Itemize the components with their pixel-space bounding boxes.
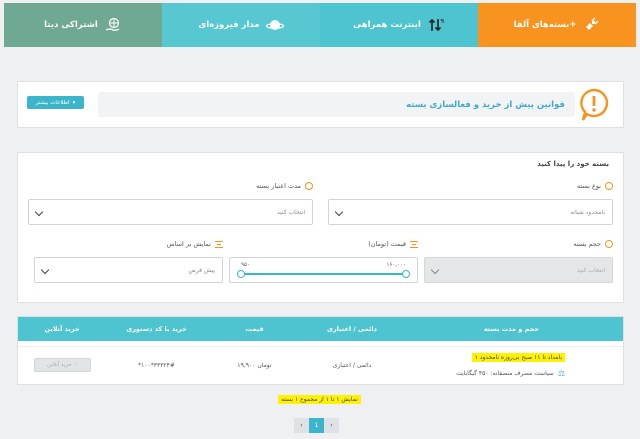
duration-select[interactable]: انتخاب کنید bbox=[28, 199, 313, 225]
scale-icon: ⚖ bbox=[557, 368, 565, 378]
header-type: دائمی / اعتباری bbox=[327, 325, 377, 333]
chevron-down-icon bbox=[334, 207, 344, 217]
type-cell: دائمی / اعتباری bbox=[332, 361, 372, 369]
sort-value: پیش فرض bbox=[188, 266, 215, 274]
chevron-right-icon: › bbox=[74, 362, 77, 368]
ussd-cell: *۱۰۰*۳۳۳۲۴# bbox=[138, 361, 175, 369]
sort-select[interactable]: پیش فرض bbox=[34, 257, 223, 283]
page-button-current[interactable]: 1 bbox=[309, 418, 324, 433]
tab-alpha-plus[interactable]: بسته‌های آلفا+ bbox=[478, 3, 636, 47]
volume-placeholder: انتخاب کنید bbox=[576, 266, 605, 274]
volume-select[interactable]: انتخاب کنید bbox=[424, 257, 613, 283]
price-min-value: ۹۵۰ bbox=[241, 262, 250, 268]
header-price: قیمت bbox=[245, 325, 264, 333]
package-name: ۱ بامداد تا ۱۱ صبح بی‌روزه نامحدود bbox=[471, 352, 565, 362]
buy-label: خرید آنلاین bbox=[47, 362, 72, 368]
duration-placeholder: انتخاب کنید bbox=[276, 208, 305, 216]
header-buy: خرید آنلاین bbox=[44, 325, 80, 333]
tab-mobile-internet[interactable]: % اینترنت همراهی bbox=[320, 3, 478, 47]
sort-label-text: نمایش بر اساس bbox=[166, 240, 211, 248]
price-range-slider[interactable]: ۱۶۰,۰۰۰ ۹۵۰ bbox=[229, 257, 418, 283]
tab-firouzeh-orbit[interactable]: مدار فیروزه‌ای bbox=[162, 3, 320, 47]
volume-label: حجم بسته bbox=[573, 240, 613, 248]
price-label-text: قیمت (تومان) bbox=[368, 240, 406, 248]
data-arrows-icon: % bbox=[427, 16, 445, 34]
packages-table: حجم و مدت بسته دائمی / اعتباری قیمت خرید… bbox=[17, 316, 624, 385]
type-select[interactable]: نامحدود شبانه bbox=[328, 199, 613, 225]
package-finder: بسته خود را پیدا کنید نوع بسته نامحدود ش… bbox=[17, 152, 624, 303]
finder-heading: بسته خود را پیدا کنید bbox=[537, 160, 609, 168]
type-label: نوع بسته bbox=[577, 182, 613, 190]
header-name: حجم و مدت بسته bbox=[483, 325, 540, 333]
slider-min-handle[interactable] bbox=[237, 270, 245, 278]
chevron-down-icon bbox=[430, 265, 440, 275]
chevron-down-icon: ▾ bbox=[72, 99, 76, 106]
globe-hand-icon bbox=[104, 16, 122, 34]
slider-max-handle[interactable] bbox=[402, 270, 410, 278]
page-number: 1 bbox=[314, 422, 319, 429]
slider-track bbox=[241, 273, 406, 275]
next-icon: › bbox=[330, 422, 333, 429]
price-cell: ۱۹,۹۰۰ تومان bbox=[237, 361, 272, 369]
table-row: ۱ بامداد تا ۱۱ صبح بی‌روزه نامحدود ⚖ سیا… bbox=[18, 346, 623, 382]
package-tabs: بسته‌های آلفا+ % اینترنت همراهی مدار فیر… bbox=[4, 3, 636, 47]
warning-icon bbox=[579, 88, 609, 122]
paging-info: نمایش ۱ تا ۱ از مجموع ۱ بسته bbox=[278, 395, 361, 404]
volume-label-text: حجم بسته bbox=[573, 240, 601, 248]
globe-icon bbox=[605, 182, 613, 190]
spinner-icon bbox=[605, 240, 613, 248]
table-header: حجم و مدت بسته دائمی / اعتباری قیمت خرید… bbox=[18, 317, 623, 341]
buy-online-button[interactable]: خرید آنلاین › bbox=[33, 358, 91, 372]
type-value: نامحدود شبانه bbox=[570, 208, 605, 216]
tab-label: بسته‌های آلفا+ bbox=[513, 20, 577, 30]
tab-label: اشتراکی دیتا bbox=[44, 20, 98, 30]
more-info-label: اطلاعات بیشتر bbox=[35, 99, 70, 106]
tab-label: مدار فیروزه‌ای bbox=[198, 20, 260, 30]
rules-banner[interactable]: قوانین پیش از خرید و فعالسازی بسته bbox=[98, 92, 575, 117]
pagination: ‹ 1 › bbox=[294, 418, 339, 433]
prev-icon: ‹ bbox=[300, 422, 303, 429]
duration-label-text: مدت اعتبار بسته bbox=[256, 182, 301, 190]
paging-info-text: نمایش ۱ تا ۱ از مجموع ۱ بسته bbox=[278, 395, 361, 404]
price-max-value: ۱۶۰,۰۰۰ bbox=[386, 262, 406, 268]
fair-use-text: سیاست مصرف منصفانه: ۴۵۰ گیگابایت bbox=[456, 369, 554, 377]
tab-label: اینترنت همراهی bbox=[353, 20, 421, 30]
chevron-down-icon bbox=[40, 265, 50, 275]
duration-label: مدت اعتبار بسته bbox=[256, 182, 313, 190]
sort-label: نمایش بر اساس bbox=[167, 240, 223, 248]
tab-shared-data[interactable]: اشتراکی دیتا bbox=[4, 3, 162, 47]
rules-panel: قوانین پیش از خرید و فعالسازی بسته اطلاع… bbox=[17, 81, 624, 128]
chevron-down-icon bbox=[34, 207, 44, 217]
svg-text:%: % bbox=[440, 19, 444, 25]
clock-icon bbox=[305, 182, 313, 190]
buy-cell: خرید آنلاین › bbox=[16, 347, 108, 383]
planet-icon bbox=[265, 16, 284, 34]
type-label-text: نوع بسته bbox=[576, 182, 601, 190]
sort-icon bbox=[215, 240, 223, 248]
price-label: قیمت (تومان) bbox=[368, 240, 418, 248]
next-page-button[interactable]: › bbox=[324, 418, 339, 433]
prev-page-button[interactable]: ‹ bbox=[294, 418, 309, 433]
fair-use: ⚖ سیاست مصرف منصفانه: ۴۵۰ گیگابایت bbox=[456, 369, 565, 378]
more-info-button[interactable]: اطلاعات بیشتر ▾ bbox=[27, 96, 84, 109]
rules-title: قوانین پیش از خرید و فعالسازی بسته bbox=[406, 99, 565, 110]
filter-icon bbox=[410, 240, 418, 248]
satellite-icon bbox=[582, 16, 600, 34]
package-cell: ۱ بامداد تا ۱۱ صبح بی‌روزه نامحدود ⚖ سیا… bbox=[400, 347, 623, 383]
header-ussd: خرید با کد دستوری bbox=[126, 325, 187, 333]
